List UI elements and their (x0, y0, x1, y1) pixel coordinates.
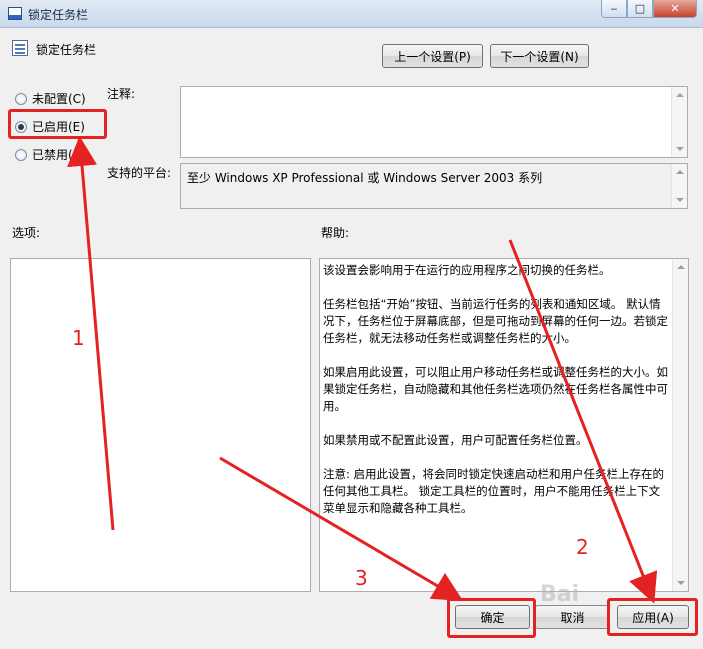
help-paragraph: 该设置会影响用于在运行的应用程序之间切换的任务栏。 (323, 263, 611, 277)
watermark: Bai (540, 582, 580, 607)
maximize-button[interactable]: □ (627, 0, 653, 18)
comment-textarea[interactable] (180, 86, 688, 158)
scroll-down-icon[interactable] (677, 581, 685, 585)
platform-label: 支持的平台: (107, 166, 172, 180)
scroll-down-icon[interactable] (676, 198, 684, 202)
window-title: 锁定任务栏 (28, 8, 89, 22)
comment-label: 注释: (107, 87, 136, 101)
options-panel (10, 258, 311, 592)
annotation-box-enabled (8, 109, 107, 139)
radio-button-icon[interactable] (15, 148, 27, 161)
comment-scrollbar[interactable] (671, 87, 687, 157)
supported-platform-field: 至少 Windows XP Professional 或 Windows Ser… (180, 163, 688, 209)
help-paragraph: 如果禁用或不配置此设置，用户可配置任务栏位置。 (323, 433, 588, 447)
help-paragraph: 如果启用此设置，可以阻止用户移动任务栏或调整任务栏的大小。如果锁定任务栏，自动隐… (323, 365, 668, 413)
policy-icon (12, 40, 28, 56)
scroll-up-icon[interactable] (677, 265, 685, 269)
radio-button-icon[interactable] (15, 92, 27, 105)
annotation-step-2: 2 (576, 535, 589, 559)
scroll-down-icon[interactable] (676, 147, 684, 151)
annotation-box-apply (607, 598, 698, 636)
annotation-box-ok (447, 598, 536, 638)
annotation-step-3: 3 (355, 566, 368, 590)
options-label: 选项: (12, 226, 41, 240)
help-label: 帮助: (321, 226, 350, 240)
help-panel: 该设置会影响用于在运行的应用程序之间切换的任务栏。 任务栏包括“开始”按钮、当前… (319, 258, 689, 592)
previous-setting-button[interactable]: 上一个设置(P) (382, 44, 483, 68)
help-scrollbar[interactable] (672, 259, 688, 591)
help-paragraph: 注意: 启用此设置，将会同时锁定快速启动栏和用户任务栏上存在的任何其他工具栏。 … (323, 467, 665, 515)
radio-label: 已禁用(D (32, 148, 82, 162)
radio-not-configured[interactable]: 未配置(C) (15, 90, 86, 107)
annotation-step-1: 1 (72, 326, 85, 350)
radio-label: 未配置(C) (32, 92, 86, 106)
radio-disabled[interactable]: 已禁用(D (15, 146, 82, 163)
help-paragraph: 任务栏包括“开始”按钮、当前运行任务的列表和通知区域。 默认情况下，任务栏位于屏… (323, 297, 668, 345)
cancel-button[interactable]: 取消 (535, 605, 610, 629)
window-icon (8, 7, 22, 20)
window-controls: ‒ □ ✕ (601, 0, 697, 18)
scroll-up-icon[interactable] (676, 93, 684, 97)
scroll-up-icon[interactable] (676, 170, 684, 174)
close-button[interactable]: ✕ (653, 0, 697, 18)
platform-text: 至少 Windows XP Professional 或 Windows Ser… (187, 171, 543, 185)
title-bar: 锁定任务栏 ‒ □ ✕ (0, 0, 703, 28)
policy-title: 锁定任务栏 (36, 43, 97, 57)
platform-scrollbar[interactable] (671, 164, 687, 208)
minimize-button[interactable]: ‒ (601, 0, 627, 18)
next-setting-button[interactable]: 下一个设置(N) (490, 44, 589, 68)
